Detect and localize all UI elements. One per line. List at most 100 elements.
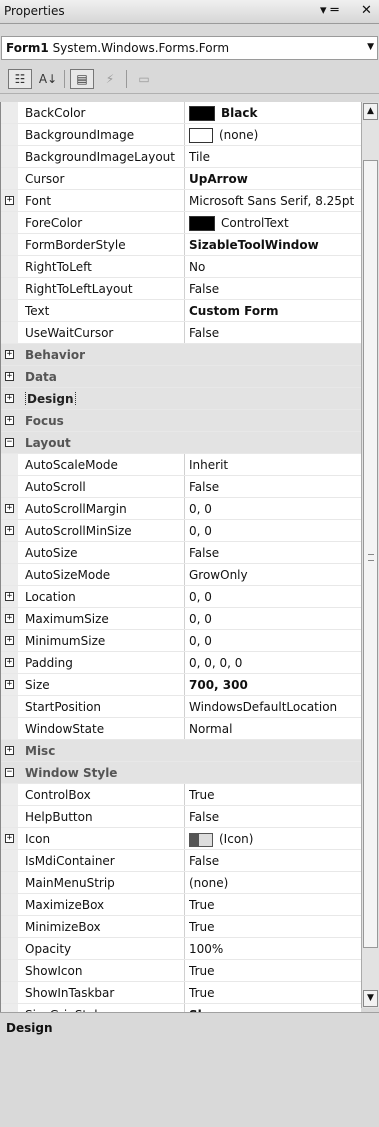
chevron-down-icon[interactable]: ▼ (367, 42, 374, 52)
property-value[interactable]: Inherit (189, 458, 359, 472)
property-value[interactable]: 0, 0 (189, 612, 359, 626)
property-row[interactable]: MaximizeBox True (1, 894, 361, 916)
expand-icon[interactable]: + (5, 636, 14, 645)
pin-icon[interactable]: ▾ ═ (320, 3, 338, 19)
collapse-icon[interactable]: − (5, 768, 14, 777)
property-row[interactable]: ControlBox True (1, 784, 361, 806)
alphabetical-view-icon[interactable]: A↓ (36, 69, 60, 89)
collapse-icon[interactable]: − (5, 438, 14, 447)
object-selector[interactable]: Form1 System.Windows.Forms.Form ▼ (1, 36, 378, 60)
property-value[interactable]: False (189, 282, 359, 296)
property-value[interactable]: (none) (189, 876, 359, 890)
scroll-up-icon[interactable]: ▲ (363, 103, 378, 120)
property-value[interactable]: True (189, 788, 359, 802)
events-view-icon[interactable]: ⚡ (98, 69, 122, 89)
property-value[interactable]: 0, 0 (189, 634, 359, 648)
property-value[interactable]: 0, 0 (189, 502, 359, 516)
property-value[interactable]: (none) (189, 128, 359, 143)
property-category[interactable]: + Design (1, 388, 361, 410)
property-row[interactable]: + Location 0, 0 (1, 586, 361, 608)
property-value[interactable]: Black (189, 106, 359, 121)
property-row[interactable]: + Icon (Icon) (1, 828, 361, 850)
property-category[interactable]: + Data (1, 366, 361, 388)
property-row[interactable]: BackColor Black (1, 102, 361, 124)
property-row[interactable]: FormBorderStyle SizableToolWindow (1, 234, 361, 256)
property-value[interactable]: False (189, 480, 359, 494)
property-category[interactable]: − Window Style (1, 762, 361, 784)
property-row[interactable]: RightToLeft No (1, 256, 361, 278)
expand-icon[interactable]: + (5, 834, 14, 843)
scrollbar-thumb[interactable] (363, 160, 378, 948)
expand-icon[interactable]: + (5, 350, 14, 359)
expand-icon[interactable]: + (5, 592, 14, 601)
properties-view-icon[interactable]: ▤ (70, 69, 94, 89)
property-value[interactable]: 100% (189, 942, 359, 956)
expand-icon[interactable]: + (5, 746, 14, 755)
property-row[interactable]: ShowIcon True (1, 960, 361, 982)
property-value[interactable]: ControlText (189, 216, 359, 231)
property-value[interactable]: UpArrow (189, 172, 359, 186)
property-row[interactable]: ShowInTaskbar True (1, 982, 361, 1004)
property-row[interactable]: ForeColor ControlText (1, 212, 361, 234)
expand-icon[interactable]: + (5, 504, 14, 513)
property-value[interactable]: Custom Form (189, 304, 359, 318)
close-icon[interactable]: ✕ (361, 3, 372, 19)
property-row[interactable]: AutoScaleMode Inherit (1, 454, 361, 476)
expand-icon[interactable]: + (5, 614, 14, 623)
property-value[interactable]: True (189, 898, 359, 912)
property-row[interactable]: BackgroundImageLayout Tile (1, 146, 361, 168)
property-value[interactable]: GrowOnly (189, 568, 359, 582)
property-row[interactable]: AutoSizeMode GrowOnly (1, 564, 361, 586)
property-row[interactable]: + MinimumSize 0, 0 (1, 630, 361, 652)
property-value[interactable]: True (189, 920, 359, 934)
property-row[interactable]: AutoSize False (1, 542, 361, 564)
property-row[interactable]: HelpButton False (1, 806, 361, 828)
property-value[interactable]: True (189, 964, 359, 978)
expand-icon[interactable]: + (5, 394, 14, 403)
property-value[interactable]: True (189, 986, 359, 1000)
property-value[interactable]: SizableToolWindow (189, 238, 359, 252)
property-row[interactable]: WindowState Normal (1, 718, 361, 740)
property-value[interactable]: Microsoft Sans Serif, 8.25pt (189, 194, 359, 208)
expand-icon[interactable]: + (5, 372, 14, 381)
property-row[interactable]: MainMenuStrip (none) (1, 872, 361, 894)
property-row[interactable]: + Padding 0, 0, 0, 0 (1, 652, 361, 674)
property-category[interactable]: − Layout (1, 432, 361, 454)
expand-icon[interactable]: + (5, 196, 14, 205)
categorized-view-icon[interactable]: ☷ (8, 69, 32, 89)
property-category[interactable]: + Misc (1, 740, 361, 762)
property-row[interactable]: Cursor UpArrow (1, 168, 361, 190)
property-value[interactable]: 700, 300 (189, 678, 359, 692)
property-row[interactable]: + Font Microsoft Sans Serif, 8.25pt (1, 190, 361, 212)
scroll-down-icon[interactable]: ▼ (363, 990, 378, 1007)
property-row[interactable]: StartPosition WindowsDefaultLocation (1, 696, 361, 718)
property-row[interactable]: + AutoScrollMinSize 0, 0 (1, 520, 361, 542)
property-row[interactable]: + Size 700, 300 (1, 674, 361, 696)
property-value[interactable]: WindowsDefaultLocation (189, 700, 359, 714)
property-row[interactable]: Text Custom Form (1, 300, 361, 322)
expand-icon[interactable]: + (5, 416, 14, 425)
property-row[interactable]: Opacity 100% (1, 938, 361, 960)
property-value[interactable]: Normal (189, 722, 359, 736)
property-row[interactable]: RightToLeftLayout False (1, 278, 361, 300)
property-value[interactable]: (Icon) (189, 832, 359, 847)
property-value[interactable]: 0, 0 (189, 590, 359, 604)
expand-icon[interactable]: + (5, 658, 14, 667)
property-row[interactable]: UseWaitCursor False (1, 322, 361, 344)
property-value[interactable]: False (189, 854, 359, 868)
property-value[interactable]: False (189, 810, 359, 824)
property-value[interactable]: 0, 0, 0, 0 (189, 656, 359, 670)
property-row[interactable]: AutoScroll False (1, 476, 361, 498)
property-category[interactable]: + Behavior (1, 344, 361, 366)
expand-icon[interactable]: + (5, 680, 14, 689)
expand-icon[interactable]: + (5, 526, 14, 535)
property-row[interactable]: + MaximumSize 0, 0 (1, 608, 361, 630)
property-row[interactable]: MinimizeBox True (1, 916, 361, 938)
property-pages-icon[interactable]: ▭ (132, 69, 156, 89)
property-value[interactable]: No (189, 260, 359, 274)
vertical-scrollbar[interactable]: ▲ ▼ (361, 102, 379, 1008)
property-value[interactable]: 0, 0 (189, 524, 359, 538)
property-value[interactable]: Tile (189, 150, 359, 164)
property-category[interactable]: + Focus (1, 410, 361, 432)
property-row[interactable]: IsMdiContainer False (1, 850, 361, 872)
